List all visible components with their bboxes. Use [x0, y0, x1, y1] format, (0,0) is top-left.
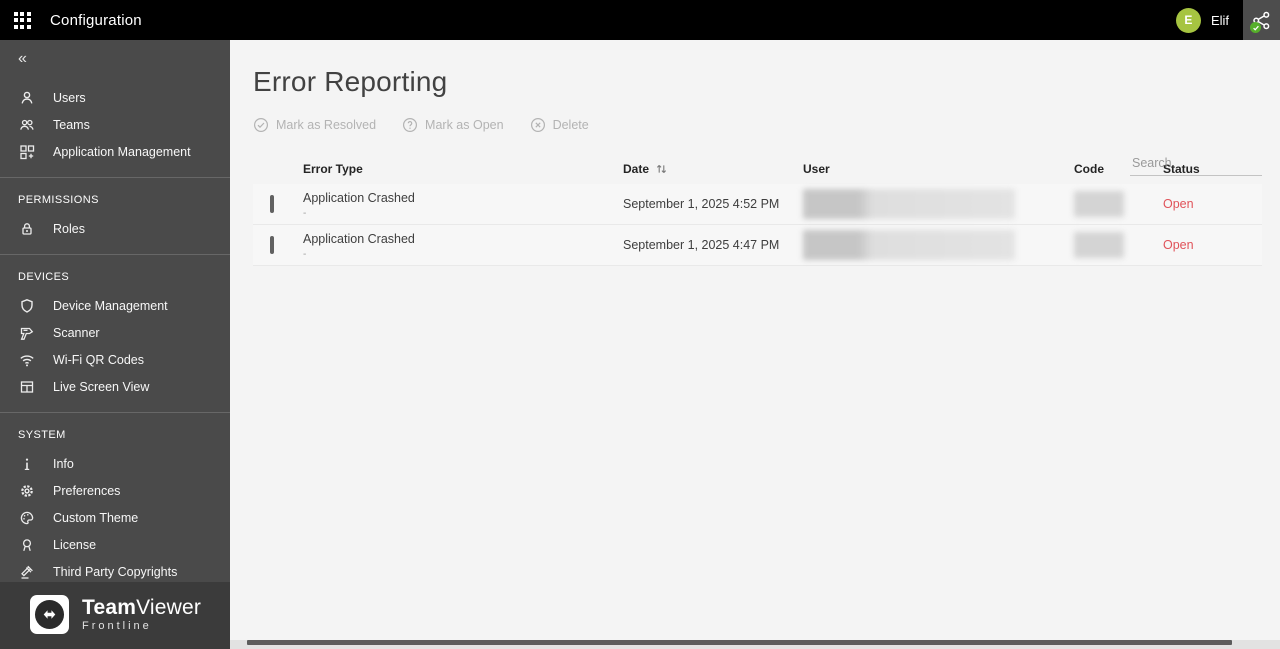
- sidebar-group-devices: DEVICES Device Management Scanner Wi-Fi …: [0, 254, 230, 412]
- table-row[interactable]: Application Crashed - September 1, 2025 …: [253, 184, 1262, 225]
- sidebar-item-label: Info: [53, 456, 74, 471]
- sidebar-section-label: DEVICES: [18, 271, 70, 283]
- delete-button[interactable]: Delete: [530, 117, 589, 133]
- teams-icon: [18, 117, 36, 133]
- sidebar-item-label: Application Management: [53, 144, 191, 159]
- redacted-user-value: [803, 230, 1015, 260]
- sidebar-item-label: Device Management: [53, 298, 168, 313]
- sidebar-item-wifi-qr-codes[interactable]: Wi-Fi QR Codes: [0, 346, 230, 373]
- sidebar-item-label: Teams: [53, 117, 90, 132]
- column-header-user: User: [803, 162, 830, 176]
- sidebar-item-label: Users: [53, 90, 86, 105]
- teamviewer-frontline-logo: TeamViewer Frontline: [0, 582, 230, 649]
- wifi-icon: [18, 352, 36, 368]
- share-status-button[interactable]: [1243, 0, 1280, 40]
- error-type: Application Crashed: [303, 231, 415, 246]
- top-bar: Configuration E Elif: [0, 0, 1280, 40]
- sidebar-item-label: Preferences: [53, 483, 121, 498]
- sidebar-item-third-party-copyrights[interactable]: Third Party Copyrights: [0, 558, 230, 582]
- search-field: [1130, 152, 1262, 176]
- mark-as-resolved-button[interactable]: Mark as Resolved: [253, 117, 376, 133]
- page-title: Error Reporting: [253, 66, 448, 97]
- info-icon: [18, 456, 36, 472]
- column-header-date[interactable]: Date: [623, 162, 803, 176]
- status-badge: Open: [1163, 197, 1194, 211]
- search-input[interactable]: [1130, 152, 1262, 176]
- sidebar-item-label: Wi-Fi QR Codes: [53, 352, 144, 367]
- sidebar-item-roles[interactable]: Roles: [0, 215, 230, 242]
- user-avatar[interactable]: E: [1175, 7, 1201, 33]
- redacted-code-value: [1074, 232, 1124, 258]
- main-content: Error Reporting Mark as Resolved Mark as…: [230, 40, 1280, 649]
- sidebar-item-info[interactable]: Info: [0, 450, 230, 477]
- user-icon: [18, 90, 36, 106]
- error-type: Application Crashed: [303, 190, 415, 205]
- sidebar-group-system: SYSTEM Info Preferences Custom Theme Lic…: [0, 412, 230, 582]
- shield-icon: [18, 298, 36, 314]
- circle-question-icon: [403, 117, 418, 133]
- palette-icon: [18, 510, 36, 526]
- user-name: Elif: [1210, 12, 1229, 28]
- gear-icon: [18, 483, 36, 499]
- status-badge: Open: [1163, 238, 1194, 252]
- sidebar-item-users[interactable]: Users: [0, 84, 230, 111]
- sidebar: « Users Teams Application Management PER…: [0, 40, 230, 649]
- horizontal-scrollbar-track[interactable]: [230, 640, 1280, 649]
- sidebar-section-label: PERMISSIONS: [18, 194, 99, 206]
- sidebar-item-scanner[interactable]: Scanner: [0, 319, 230, 346]
- error-date: September 1, 2025 4:47 PM: [623, 238, 780, 252]
- sidebar-group-main: Users Teams Application Management: [0, 74, 230, 177]
- sidebar-item-teams[interactable]: Teams: [0, 111, 230, 138]
- row-checkbox[interactable]: [270, 195, 274, 213]
- scanner-icon: [18, 325, 36, 341]
- error-subtext: -: [303, 248, 307, 260]
- sidebar-item-preferences[interactable]: Preferences: [0, 477, 230, 504]
- status-check-badge-icon: [1250, 22, 1261, 33]
- teamviewer-logo-icon: [30, 595, 69, 634]
- redacted-code-value: [1074, 191, 1124, 217]
- sidebar-item-label: Custom Theme: [53, 510, 139, 525]
- sidebar-item-application-management[interactable]: Application Management: [0, 138, 230, 165]
- sidebar-item-label: Roles: [53, 221, 85, 236]
- gavel-icon: [18, 564, 36, 580]
- sidebar-item-custom-theme[interactable]: Custom Theme: [0, 504, 230, 531]
- row-checkbox[interactable]: [270, 236, 274, 254]
- horizontal-scrollbar-thumb[interactable]: [247, 640, 1232, 645]
- mark-as-open-button[interactable]: Mark as Open: [402, 117, 504, 133]
- sidebar-item-live-screen-view[interactable]: Live Screen View: [0, 373, 230, 400]
- apps-grid-icon: [13, 11, 31, 29]
- error-table: Error Type Date User Code Status Applica…: [253, 154, 1262, 266]
- brand-wordmark: TeamViewer: [82, 595, 202, 619]
- app-management-icon: [18, 144, 36, 160]
- sidebar-item-label: License: [53, 537, 97, 552]
- circle-x-icon: [530, 117, 545, 133]
- brand-subtitle: Frontline: [82, 620, 152, 633]
- column-header-error-type: Error Type: [303, 162, 363, 176]
- sort-arrows-icon: [656, 164, 667, 174]
- screen-grid-icon: [18, 379, 36, 395]
- table-header-row: Error Type Date User Code Status: [253, 154, 1262, 184]
- sidebar-item-device-management[interactable]: Device Management: [0, 292, 230, 319]
- sidebar-item-label: Live Screen View: [53, 379, 150, 394]
- lock-icon: [18, 221, 36, 237]
- app-title: Configuration: [50, 11, 142, 29]
- redacted-user-value: [803, 189, 1015, 219]
- sidebar-item-label: Third Party Copyrights: [53, 564, 178, 579]
- circle-check-icon: [253, 117, 269, 133]
- error-date: September 1, 2025 4:52 PM: [623, 197, 780, 211]
- sidebar-item-license[interactable]: License: [0, 531, 230, 558]
- toolbar: Mark as Resolved Mark as Open Delete: [253, 117, 1262, 133]
- table-row[interactable]: Application Crashed - September 1, 2025 …: [253, 225, 1262, 266]
- sidebar-section-label: SYSTEM: [18, 429, 66, 441]
- apps-menu-button[interactable]: [0, 0, 44, 40]
- error-subtext: -: [303, 207, 307, 219]
- sidebar-group-permissions: PERMISSIONS Roles: [0, 177, 230, 254]
- license-badge-icon: [18, 537, 36, 553]
- sidebar-collapse-button[interactable]: «: [18, 51, 27, 67]
- sidebar-item-label: Scanner: [53, 325, 100, 340]
